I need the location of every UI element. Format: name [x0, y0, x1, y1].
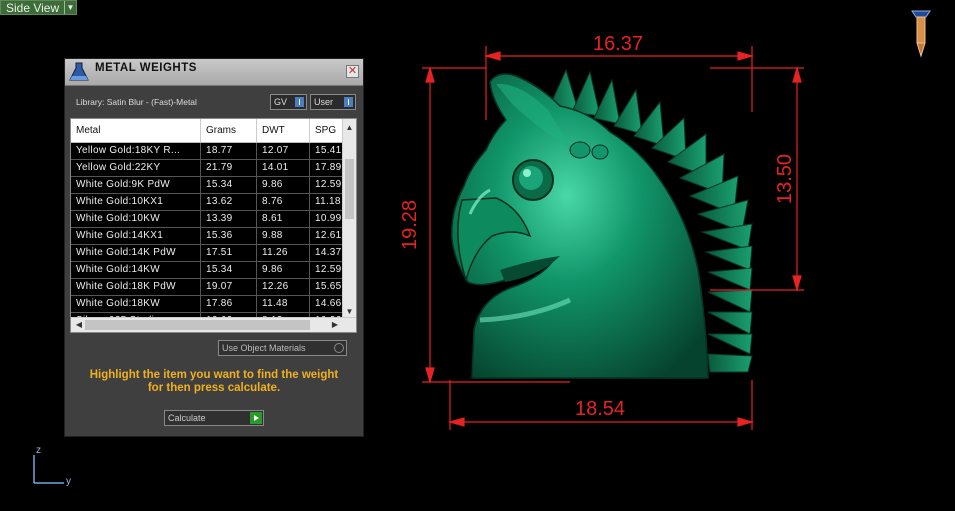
metal-table: Metal Grams DWT SPG Yellow Gold:18KY R..… [70, 118, 357, 333]
column-header-grams[interactable]: Grams [201, 119, 257, 142]
gv-label: GV [274, 97, 288, 107]
table-row[interactable]: White Gold:9K PdW 15.34 9.86 12.59 [71, 177, 343, 194]
chevron-up-icon[interactable]: ▲ [343, 121, 356, 134]
dimension-right-label: 13.50 [774, 153, 796, 204]
instruction-line-1: Highlight the item you want to find the … [89, 369, 339, 381]
metal-weights-panel: METAL WEIGHTS ✕ Library: Satin Blur - (F… [64, 58, 364, 437]
dwt-cell: 9.86 [257, 262, 310, 278]
metal-cell: White Gold:18K PdW [71, 279, 201, 295]
dimension-top-label: 16.37 [593, 33, 644, 55]
dimension-left-label: 19.28 [399, 199, 421, 250]
dwt-cell: 12.26 [257, 279, 310, 295]
metal-cell: White Gold:14K PdW [71, 245, 201, 261]
table-row[interactable]: Yellow Gold:18KY R... 18.77 12.07 15.41 [71, 143, 343, 160]
horizontal-scrollbar[interactable]: ◀ ▶ [71, 317, 356, 332]
table-header: Metal Grams DWT SPG [71, 119, 343, 143]
spg-cell: 15.41 [310, 143, 343, 159]
spg-cell: 14.66 [310, 296, 343, 312]
play-arrow-icon [250, 412, 262, 424]
metal-cell: White Gold:14KX1 [71, 228, 201, 244]
grams-cell: 21.79 [201, 160, 257, 176]
grams-cell: 17.86 [201, 296, 257, 312]
grams-cell: 15.34 [201, 262, 257, 278]
instruction-text: Highlight the item you want to find the … [65, 369, 363, 395]
use-object-materials-toggle[interactable]: Use Object Materials [218, 340, 347, 356]
dwt-cell: 8.76 [257, 194, 310, 210]
spg-cell: 14.37 [310, 245, 343, 261]
spg-cell: 10.99 [310, 211, 343, 227]
dwt-cell: 11.48 [257, 296, 310, 312]
scroll-thumb[interactable] [345, 159, 354, 219]
column-header-dwt[interactable]: DWT [257, 119, 310, 142]
table-row[interactable]: White Gold:14KW 15.34 9.86 12.59 [71, 262, 343, 279]
table-row[interactable]: White Gold:10KX1 13.62 8.76 11.18 [71, 194, 343, 211]
info-icon [295, 97, 304, 107]
table-row[interactable]: Yellow Gold:22KY 21.79 14.01 17.89 [71, 160, 343, 177]
radio-icon [334, 343, 344, 353]
user-toggle[interactable]: User [310, 94, 356, 110]
calculate-button[interactable]: Calculate [164, 410, 264, 426]
axis-y-label: y [66, 476, 71, 487]
grams-cell: 19.07 [201, 279, 257, 295]
table-row[interactable]: White Gold:18KW 17.86 11.48 14.66 [71, 296, 343, 313]
calculate-label: Calculate [168, 413, 206, 423]
dwt-cell: 8.61 [257, 211, 310, 227]
table-row[interactable]: White Gold:14K PdW 17.51 11.26 14.37 [71, 245, 343, 262]
table-row[interactable]: White Gold:18K PdW 19.07 12.26 15.65 [71, 279, 343, 296]
axis-z-label: z [36, 445, 41, 456]
metal-cell: White Gold:10KX1 [71, 194, 201, 210]
chevron-left-icon[interactable]: ◀ [73, 319, 85, 331]
dwt-cell: 14.01 [257, 160, 310, 176]
grams-cell: 13.62 [201, 194, 257, 210]
spg-cell: 12.59 [310, 262, 343, 278]
panel-titlebar[interactable]: METAL WEIGHTS ✕ [65, 59, 363, 86]
dwt-cell: 9.86 [257, 177, 310, 193]
spg-cell: 15.65 [310, 279, 343, 295]
panel-title: METAL WEIGHTS [95, 62, 197, 74]
dimension-bottom-label: 18.54 [575, 398, 626, 420]
dwt-cell: 11.26 [257, 245, 310, 261]
metal-cell: White Gold:18KW [71, 296, 201, 312]
dwt-cell: 12.07 [257, 143, 310, 159]
scroll-thumb[interactable] [85, 320, 310, 330]
metal-cell: White Gold:14KW [71, 262, 201, 278]
gv-toggle[interactable]: GV [270, 94, 307, 110]
grams-cell: 17.51 [201, 245, 257, 261]
table-row[interactable]: White Gold:14KX1 15.36 9.88 12.61 [71, 228, 343, 245]
column-header-metal[interactable]: Metal [71, 119, 201, 142]
spg-cell: 12.61 [310, 228, 343, 244]
table-row[interactable]: White Gold:10KW 13.39 8.61 10.99 [71, 211, 343, 228]
spg-cell: 17.89 [310, 160, 343, 176]
flask-logo-icon [69, 62, 89, 81]
close-icon[interactable]: ✕ [346, 65, 359, 78]
grams-cell: 13.39 [201, 211, 257, 227]
grams-cell: 15.36 [201, 228, 257, 244]
chevron-right-icon[interactable]: ▶ [329, 319, 341, 331]
info-icon [344, 97, 353, 107]
instruction-line-2: for then press calculate. [147, 382, 281, 394]
metal-cell: Yellow Gold:22KY [71, 160, 201, 176]
dwt-cell: 9.88 [257, 228, 310, 244]
column-header-spg[interactable]: SPG [310, 119, 343, 142]
grams-cell: 15.34 [201, 177, 257, 193]
metal-cell: White Gold:10KW [71, 211, 201, 227]
grams-cell: 18.77 [201, 143, 257, 159]
library-label: Library: Satin Blur - (Fast)-Metal [76, 97, 197, 107]
table-body: Yellow Gold:18KY R... 18.77 12.07 15.41 Yel… [71, 143, 343, 330]
vertical-scrollbar[interactable]: ▲ ▼ [342, 119, 356, 318]
spg-cell: 12.59 [310, 177, 343, 193]
user-label: User [314, 97, 334, 107]
metal-cell: Yellow Gold:18KY R... [71, 143, 201, 159]
use-object-materials-label: Use Object Materials [222, 343, 306, 353]
spg-cell: 11.18 [310, 194, 343, 210]
metal-cell: White Gold:9K PdW [71, 177, 201, 193]
